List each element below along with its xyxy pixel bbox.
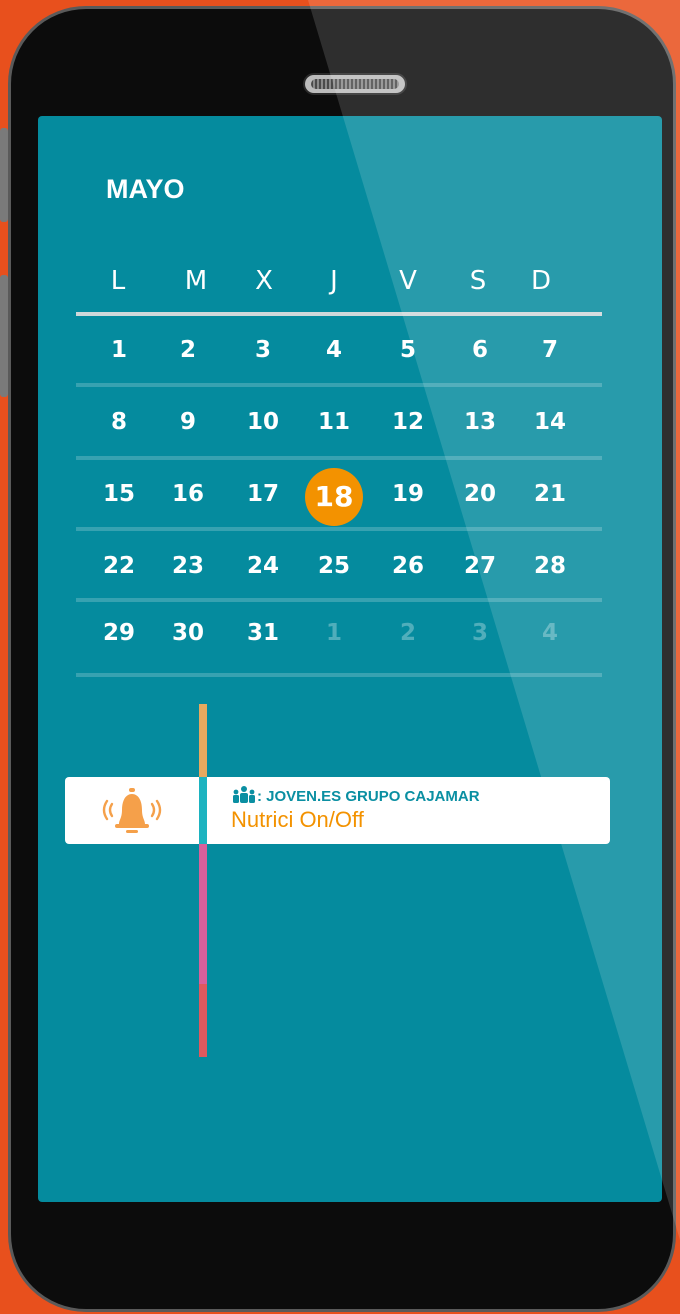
day-cell[interactable]: 13: [452, 402, 508, 442]
weekday-sunday: D: [530, 266, 552, 296]
day-cell[interactable]: 3: [235, 330, 291, 370]
day-cell[interactable]: 5: [380, 330, 436, 370]
day-cell[interactable]: 16: [160, 474, 216, 514]
event-group-label: : JOVEN.ES GRUPO CAJAMAR: [257, 788, 480, 805]
day-cell[interactable]: 25: [306, 546, 362, 586]
row-divider: [76, 456, 602, 460]
day-cell[interactable]: 23: [160, 546, 216, 586]
volume-button: [0, 128, 8, 222]
day-cell[interactable]: 9: [160, 402, 216, 442]
day-cell-selected[interactable]: 18: [305, 468, 363, 526]
day-cell[interactable]: 21: [522, 474, 578, 514]
weekday-monday: L: [110, 266, 126, 296]
side-button: [0, 275, 8, 397]
weekday-wednesday: X: [255, 266, 273, 296]
day-cell[interactable]: 30: [160, 613, 216, 653]
header-divider: [76, 312, 602, 316]
day-cell[interactable]: 4: [306, 330, 362, 370]
day-cell[interactable]: 24: [235, 546, 291, 586]
event-title[interactable]: Nutrici On/Off: [231, 807, 364, 833]
day-cell[interactable]: 20: [452, 474, 508, 514]
timeline-segment: [199, 704, 207, 777]
day-cell[interactable]: 15: [91, 474, 147, 514]
row-divider: [76, 383, 602, 387]
day-cell[interactable]: 3: [452, 613, 508, 653]
group-icon: [233, 786, 255, 803]
day-cell[interactable]: 22: [91, 546, 147, 586]
day-cell[interactable]: 12: [380, 402, 436, 442]
day-cell[interactable]: 17: [235, 474, 291, 514]
month-title: MAYO: [106, 174, 185, 204]
day-cell[interactable]: 8: [91, 402, 147, 442]
day-cell[interactable]: 31: [235, 613, 291, 653]
day-cell[interactable]: 6: [452, 330, 508, 370]
day-cell[interactable]: 10: [235, 402, 291, 442]
row-divider: [76, 598, 602, 602]
row-divider: [76, 673, 602, 677]
timeline-segment: [199, 984, 207, 1057]
day-cell[interactable]: 7: [522, 330, 578, 370]
weekday-friday: V: [399, 266, 417, 296]
day-cell[interactable]: 27: [452, 546, 508, 586]
weekday-tuesday: M: [184, 266, 208, 296]
weekday-thursday: J: [330, 266, 338, 296]
day-cell[interactable]: 26: [380, 546, 436, 586]
bell-icon[interactable]: [100, 788, 164, 836]
weekday-saturday: S: [469, 266, 487, 296]
day-cell[interactable]: 4: [522, 613, 578, 653]
day-cell[interactable]: 11: [306, 402, 362, 442]
day-cell[interactable]: 2: [160, 330, 216, 370]
day-cell[interactable]: 1: [306, 613, 362, 653]
timeline-segment: [199, 844, 207, 984]
phone-speaker: [303, 73, 407, 95]
timeline-segment: [199, 777, 207, 844]
day-cell[interactable]: 29: [91, 613, 147, 653]
day-cell[interactable]: 19: [380, 474, 436, 514]
row-divider: [76, 527, 602, 531]
day-cell[interactable]: 1: [91, 330, 147, 370]
day-cell[interactable]: 14: [522, 402, 578, 442]
day-cell[interactable]: 2: [380, 613, 436, 653]
day-cell[interactable]: 28: [522, 546, 578, 586]
